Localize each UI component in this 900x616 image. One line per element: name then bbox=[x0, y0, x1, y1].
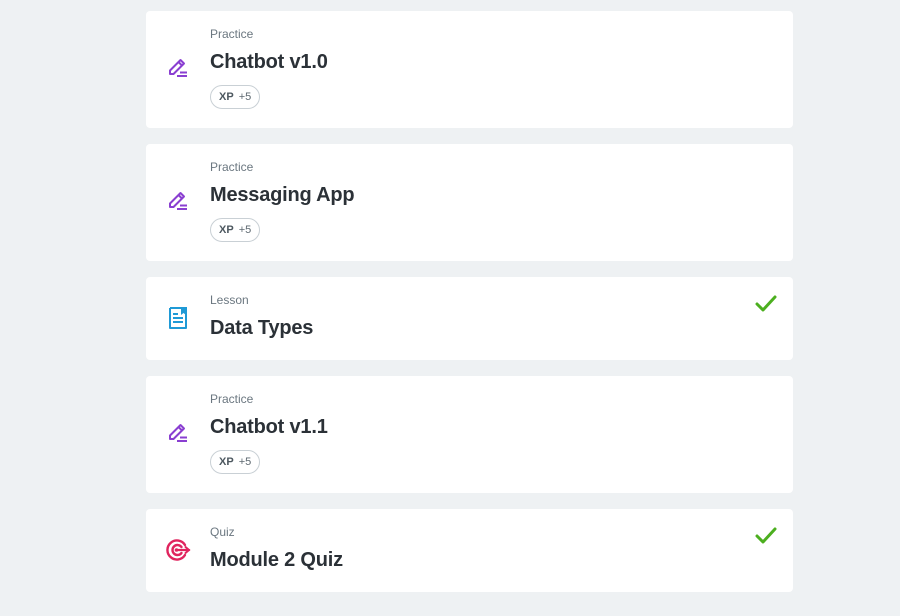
item-kind-label: Quiz bbox=[210, 525, 235, 539]
item-kind-label: Practice bbox=[210, 160, 254, 174]
xp-label: XP bbox=[219, 224, 234, 236]
xp-badge: XP +5 bbox=[210, 450, 261, 474]
item-title: Module 2 Quiz bbox=[210, 549, 343, 571]
xp-value: +5 bbox=[238, 224, 252, 236]
item-kind-label: Practice bbox=[210, 392, 254, 406]
checkmark-icon bbox=[755, 293, 777, 315]
item-kind-label: Lesson bbox=[210, 293, 249, 307]
item-kind-label: Practice bbox=[210, 27, 254, 41]
item-title: Chatbot v1.0 bbox=[210, 51, 328, 73]
list-item-data-types[interactable]: Lesson Data Types bbox=[146, 277, 793, 360]
xp-badge: XP +5 bbox=[210, 85, 261, 109]
item-title: Data Types bbox=[210, 317, 314, 339]
xp-badge: XP +5 bbox=[210, 218, 261, 242]
pencil-icon bbox=[165, 188, 191, 214]
pencil-icon bbox=[165, 420, 191, 446]
list-item-module-2-quiz[interactable]: Quiz Module 2 Quiz bbox=[146, 509, 793, 592]
list-item-messaging-app[interactable]: Practice Messaging App XP +5 bbox=[146, 144, 793, 261]
module-item-list: Practice Chatbot v1.0 XP +5 Practice Mes… bbox=[146, 11, 793, 608]
xp-label: XP bbox=[219, 91, 234, 103]
checkmark-icon bbox=[755, 525, 777, 547]
list-item-chatbot-v1-1[interactable]: Practice Chatbot v1.1 XP +5 bbox=[146, 376, 793, 493]
xp-label: XP bbox=[219, 456, 234, 468]
list-item-chatbot-v1-0[interactable]: Practice Chatbot v1.0 XP +5 bbox=[146, 11, 793, 128]
xp-value: +5 bbox=[238, 91, 252, 103]
item-title: Messaging App bbox=[210, 184, 355, 206]
pencil-icon bbox=[165, 55, 191, 81]
target-icon bbox=[165, 537, 191, 563]
item-title: Chatbot v1.1 bbox=[210, 416, 328, 438]
xp-value: +5 bbox=[238, 456, 252, 468]
document-icon bbox=[165, 305, 191, 331]
